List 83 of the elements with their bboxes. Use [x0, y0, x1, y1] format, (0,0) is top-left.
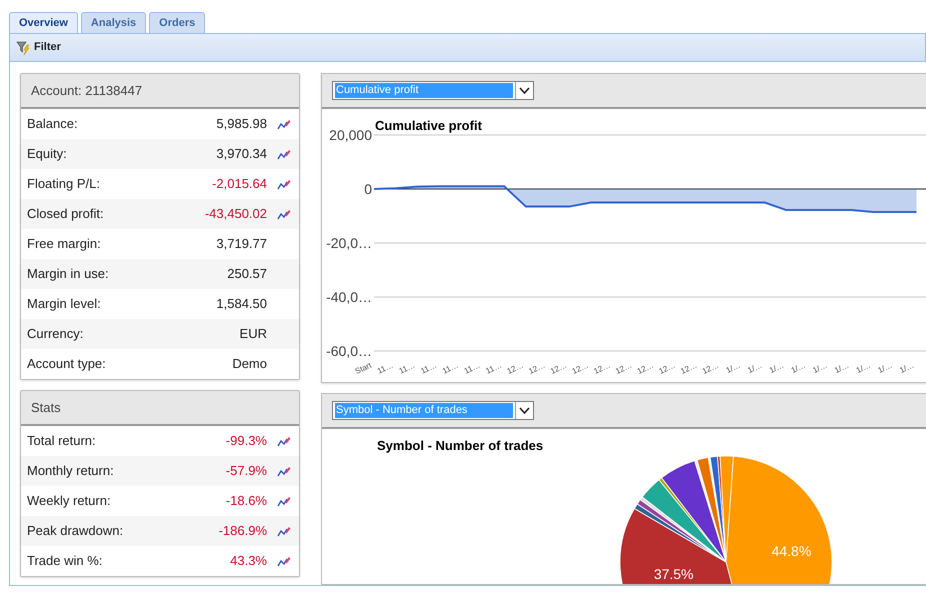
chart-type-dropdown[interactable]: Cumulative profit — [332, 81, 534, 100]
row-label: Margin level: — [27, 295, 102, 314]
x-axis-label: 12… — [658, 360, 677, 376]
chart-edit-icon[interactable] — [277, 465, 291, 477]
caret-icon — [519, 407, 530, 414]
x-axis-label: 1/… — [768, 360, 786, 376]
row-value: -57.9% — [226, 462, 267, 480]
slice-label: 37.5% — [654, 566, 694, 582]
panel-title: Stats — [31, 398, 61, 417]
row-label: Total return: — [27, 432, 97, 450]
x-axis-label: 12… — [592, 360, 612, 376]
tab[interactable]: Orders — [149, 12, 206, 33]
x-axis-label: 12… — [679, 360, 698, 376]
row-label: Closed profit: — [27, 205, 105, 224]
y-axis-label: -20,0… — [326, 235, 372, 251]
chart-edit-icon[interactable] — [277, 208, 291, 220]
filter-button[interactable]: Filter — [16, 39, 61, 56]
panel-title: Account: 21138447 — [31, 82, 142, 100]
row-value: 3,719.77 — [216, 235, 267, 254]
row-value: 43.3% — [230, 552, 267, 570]
row-value: 5,985.98 — [216, 115, 267, 134]
x-axis-label: Start — [354, 360, 373, 376]
x-axis-label: 11… — [441, 360, 460, 376]
row-value: -186.9% — [218, 522, 267, 540]
chart-title: Cumulative profit — [375, 118, 482, 133]
chart-edit-icon[interactable] — [277, 495, 291, 507]
tab[interactable]: Overview — [9, 12, 78, 33]
x-axis-label: 12… — [506, 360, 525, 376]
row-value: 3,970.34 — [216, 145, 267, 164]
x-axis-label: 12… — [636, 360, 655, 376]
x-axis-label: 12… — [570, 360, 590, 376]
row-value: 1,584.50 — [216, 295, 267, 314]
row-value: 250.57 — [227, 265, 267, 284]
x-axis-label: 1/… — [811, 360, 829, 376]
x-axis-label: 1/… — [876, 360, 894, 376]
row-value: EUR — [240, 325, 267, 344]
x-axis-label: 1/… — [833, 360, 850, 376]
chart-edit-icon[interactable] — [277, 435, 291, 447]
x-axis-label: 11… — [376, 360, 395, 376]
row-value: -43,450.02 — [204, 205, 267, 224]
row-label: Margin in use: — [27, 265, 110, 284]
x-axis-label: 12… — [614, 360, 634, 376]
x-axis-label: 1/… — [854, 360, 872, 376]
tab[interactable]: Analysis — [80, 12, 146, 33]
row-label: Trade win %: — [27, 552, 104, 570]
x-axis-label: 11… — [419, 360, 438, 376]
row-label: Equity: — [27, 145, 68, 164]
row-value: Demo — [232, 355, 267, 374]
chart-edit-icon[interactable] — [277, 148, 291, 160]
x-axis-label: 12… — [549, 360, 568, 376]
chart-edit-icon[interactable] — [277, 555, 291, 567]
x-axis-label: 12… — [527, 360, 546, 376]
row-value: -2,015.64 — [212, 175, 267, 194]
row-label: Free margin: — [27, 235, 102, 254]
row-label: Peak drawdown: — [27, 522, 124, 540]
x-axis-label: 11… — [484, 360, 504, 376]
x-axis-label: 1/… — [724, 360, 742, 376]
y-axis-label: 20,000 — [329, 127, 372, 143]
row-label: Account type: — [27, 355, 107, 374]
chart-type-dropdown[interactable]: Symbol - Number of trades — [332, 401, 534, 420]
chart-title: Symbol - Number of trades — [377, 438, 544, 453]
row-value: -18.6% — [226, 492, 267, 510]
chart-edit-icon[interactable] — [277, 178, 291, 190]
x-axis-label: 11… — [398, 360, 416, 376]
row-label: Weekly return: — [27, 492, 112, 510]
funnel-icon — [16, 40, 32, 56]
chart-edit-icon[interactable] — [277, 525, 291, 537]
slice-label: 44.8% — [772, 542, 812, 559]
x-axis-label: 1/… — [790, 360, 807, 376]
x-axis-label: 11… — [462, 360, 482, 376]
row-label: Floating P/L: — [27, 175, 101, 194]
x-axis-label: 1/… — [898, 360, 916, 376]
caret-icon — [519, 87, 530, 94]
row-label: Monthly return: — [27, 462, 115, 480]
row-label: Currency: — [27, 325, 84, 344]
y-axis-label: -40,0… — [326, 289, 372, 305]
row-value: -99.3% — [226, 432, 267, 450]
y-axis-label: 0 — [364, 181, 372, 197]
x-axis-label: 12… — [700, 360, 720, 376]
chart-edit-icon[interactable] — [277, 118, 291, 130]
x-axis-label: 1/… — [746, 360, 764, 376]
row-label: Balance: — [27, 115, 79, 134]
y-axis-label: -60,0… — [326, 343, 372, 359]
